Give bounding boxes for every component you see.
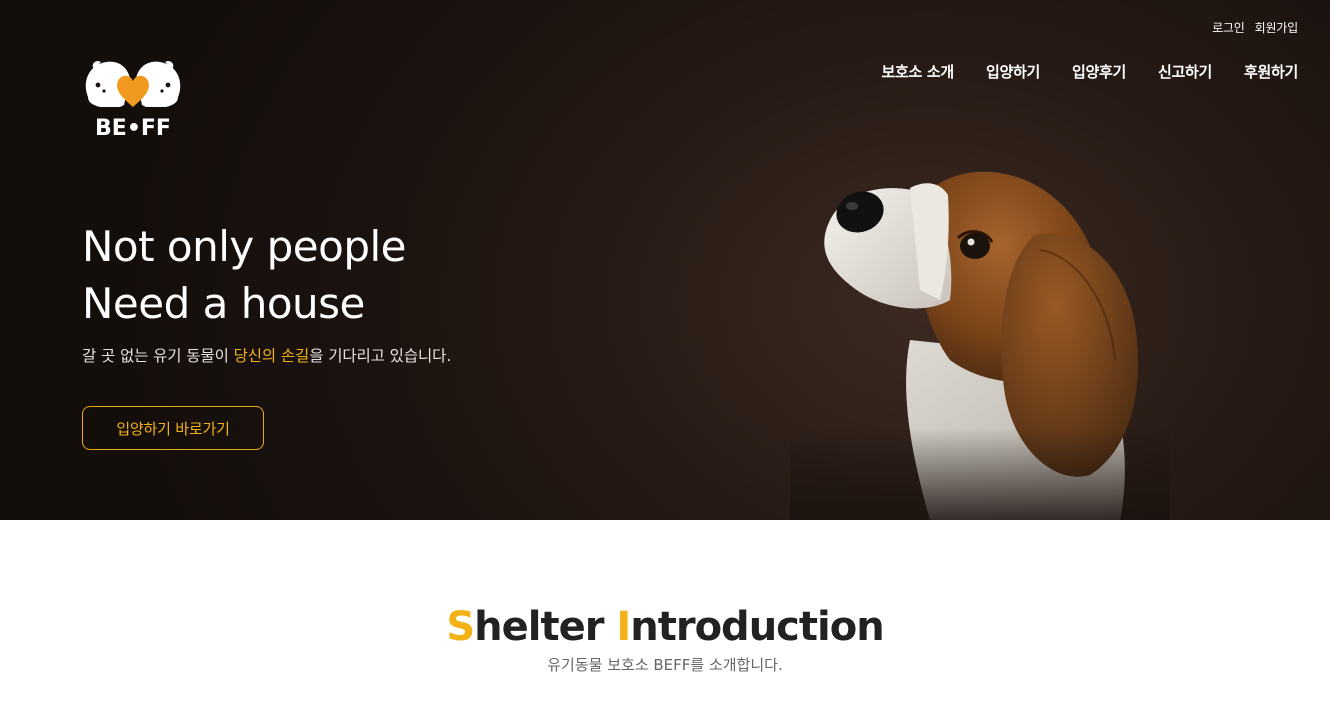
logo-text: BE•FF bbox=[95, 116, 171, 139]
beff-logo-icon[interactable]: BE•FF bbox=[80, 55, 186, 141]
section-title-initial-i: I bbox=[616, 604, 631, 650]
section-title-part-1: helter bbox=[474, 604, 617, 650]
hero-subtitle-start: 갈 곳 없는 유기 동물이 bbox=[82, 347, 234, 365]
section-title-initial-s: S bbox=[446, 604, 475, 650]
nav-donate[interactable]: 후원하기 bbox=[1244, 61, 1298, 82]
hero-subtitle-end: 을 기다리고 있습니다. bbox=[309, 347, 452, 365]
hero-title: Not only people Need a house bbox=[82, 218, 407, 332]
section-title-part-2: ntroduction bbox=[630, 604, 884, 650]
nav-report[interactable]: 신고하기 bbox=[1158, 61, 1212, 82]
main-nav: 보호소 소개 입양하기 입양후기 신고하기 후원하기 bbox=[882, 61, 1299, 82]
nav-adoption-reviews[interactable]: 입양후기 bbox=[1072, 61, 1126, 82]
signup-link[interactable]: 회원가입 bbox=[1255, 19, 1299, 36]
hero-subtitle-highlight: 당신의 손길 bbox=[233, 347, 310, 365]
section-title: Shelter Introduction bbox=[0, 604, 1330, 650]
section-subtitle: 유기동물 보호소 BEFF를 소개합니다. bbox=[547, 656, 783, 674]
nav-shelter-intro[interactable]: 보호소 소개 bbox=[882, 61, 955, 82]
adopt-now-button[interactable]: 입양하기 바로가기 bbox=[82, 406, 264, 450]
hero-subtitle: 갈 곳 없는 유기 동물이 당신의 손길을 기다리고 있습니다. bbox=[82, 344, 451, 366]
login-link[interactable]: 로그인 bbox=[1212, 19, 1245, 36]
beagle-dog-image bbox=[790, 150, 1170, 520]
hero-title-line-2: Need a house bbox=[82, 279, 365, 328]
hero-section: 로그인 회원가입 BE•FF 보호소 소개 입양하기 입양후기 신고하기 후원하… bbox=[0, 0, 1330, 520]
hero-title-line-1: Not only people bbox=[82, 222, 407, 271]
nav-adopt[interactable]: 입양하기 bbox=[986, 61, 1040, 82]
utility-links: 로그인 회원가입 bbox=[1212, 19, 1298, 36]
